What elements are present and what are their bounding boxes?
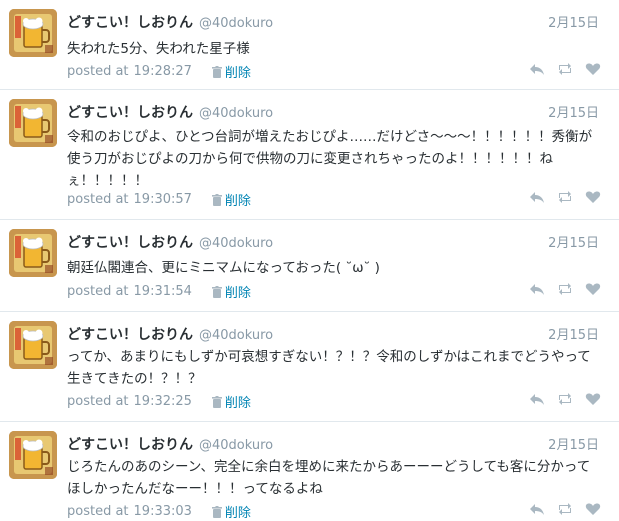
handle[interactable]: @40dokuro (199, 106, 273, 121)
handle[interactable]: @40dokuro (199, 438, 273, 453)
posted-at-label: posted at (67, 394, 129, 409)
reply-icon[interactable] (529, 502, 545, 516)
tweet-text: 令和のおじぴよ、ひとつ台詞が増えたおじぴよ……だけどさ〜〜〜！！！！！！秀衡が使… (67, 129, 593, 189)
tweet-text: じろたんのあのシーン、完全に余白を埋めに来たからあーーーどうしても客に分かってほ… (67, 459, 591, 497)
posted-time[interactable]: 19:32:25 (134, 394, 192, 409)
handle[interactable]: @40dokuro (199, 328, 273, 343)
delete-link[interactable]: 削除 (225, 190, 251, 209)
reply-icon[interactable] (529, 62, 545, 76)
beer-mug-avatar-icon (9, 321, 57, 369)
trash-icon (211, 193, 222, 206)
display-name[interactable]: どすこい！しおりん @40dokuro (67, 12, 273, 32)
posted-time[interactable]: 19:33:03 (134, 504, 192, 519)
display-name-text: どすこい！しおりん (67, 235, 193, 251)
posted-time[interactable]: 19:31:54 (134, 284, 192, 299)
tweet-date[interactable]: 2月15日 (548, 102, 599, 121)
handle[interactable]: @40dokuro (199, 16, 273, 31)
avatar[interactable] (9, 321, 57, 369)
retweet-icon[interactable] (557, 282, 573, 296)
beer-mug-avatar-icon (9, 229, 57, 277)
avatar[interactable] (9, 99, 57, 147)
tweet-text: 失われた5分、失われた星子様 (67, 41, 250, 57)
tweet-date[interactable]: 2月15日 (548, 12, 599, 31)
tweet-meta: posted at 19:31:54 削除 (67, 282, 251, 301)
tweet-actions (529, 282, 601, 296)
handle[interactable]: @40dokuro (199, 236, 273, 251)
retweet-icon[interactable] (557, 392, 573, 406)
trash-icon (211, 285, 222, 298)
beer-mug-avatar-icon (9, 9, 57, 57)
heart-icon[interactable] (585, 502, 601, 516)
delete-link[interactable]: 削除 (225, 502, 251, 521)
tweet-actions (529, 62, 601, 76)
display-name[interactable]: どすこい！しおりん @40dokuro (67, 324, 273, 344)
beer-mug-avatar-icon (9, 431, 57, 479)
display-name[interactable]: どすこい！しおりん @40dokuro (67, 434, 273, 454)
tweet-date[interactable]: 2月15日 (548, 232, 599, 251)
tweet-meta: posted at 19:33:03 削除 (67, 502, 251, 521)
avatar[interactable] (9, 9, 57, 57)
tweet: どすこい！しおりん @40dokuro 2月15日 失われた5分、失われた星子様 … (0, 0, 619, 90)
heart-icon[interactable] (585, 282, 601, 296)
tweet: どすこい！しおりん @40dokuro 2月15日 じろたんのあのシーン、完全に余… (0, 422, 619, 521)
reply-icon[interactable] (529, 190, 545, 204)
delete-link[interactable]: 削除 (225, 282, 251, 301)
heart-icon[interactable] (585, 392, 601, 406)
trash-icon (211, 65, 222, 78)
heart-icon[interactable] (585, 190, 601, 204)
tweet-actions (529, 190, 601, 204)
tweet-meta: posted at 19:28:27 削除 (67, 62, 251, 81)
display-name-text: どすこい！しおりん (67, 437, 193, 453)
avatar[interactable] (9, 229, 57, 277)
beer-mug-avatar-icon (9, 99, 57, 147)
tweet: どすこい！しおりん @40dokuro 2月15日 令和のおじぴよ、ひとつ台詞が増… (0, 90, 619, 219)
delete-link[interactable]: 削除 (225, 62, 251, 81)
retweet-icon[interactable] (557, 190, 573, 204)
posted-at-label: posted at (67, 504, 129, 519)
posted-time[interactable]: 19:28:27 (134, 64, 192, 79)
tweet-text: ってか、あまりにもしずか可哀想すぎない！？！？令和のしずかはこれまでどうやって生… (67, 349, 591, 387)
trash-icon (211, 395, 222, 408)
posted-at-label: posted at (67, 64, 129, 79)
tweet-meta: posted at 19:32:25 削除 (67, 392, 251, 411)
posted-at-label: posted at (67, 192, 129, 207)
display-name-text: どすこい！しおりん (67, 15, 193, 31)
display-name-text: どすこい！しおりん (67, 327, 193, 343)
display-name[interactable]: どすこい！しおりん @40dokuro (67, 102, 273, 122)
display-name[interactable]: どすこい！しおりん @40dokuro (67, 232, 273, 252)
reply-icon[interactable] (529, 392, 545, 406)
retweet-icon[interactable] (557, 502, 573, 516)
heart-icon[interactable] (585, 62, 601, 76)
posted-at-label: posted at (67, 284, 129, 299)
retweet-icon[interactable] (557, 62, 573, 76)
tweet: どすこい！しおりん @40dokuro 2月15日 ってか、あまりにもしずか可哀想… (0, 312, 619, 422)
tweet-meta: posted at 19:30:57 削除 (67, 190, 251, 209)
tweet-text: 朝廷仏閣連合、更にミニマムになっておった( ˘ω˘ ) (67, 260, 380, 276)
display-name-text: どすこい！しおりん (67, 105, 193, 121)
tweet-actions (529, 502, 601, 516)
trash-icon (211, 505, 222, 518)
avatar[interactable] (9, 431, 57, 479)
delete-link[interactable]: 削除 (225, 392, 251, 411)
tweet: どすこい！しおりん @40dokuro 2月15日 朝廷仏閣連合、更にミニマムにな… (0, 220, 619, 311)
tweet-actions (529, 392, 601, 406)
tweet-date[interactable]: 2月15日 (548, 324, 599, 343)
tweet-date[interactable]: 2月15日 (548, 434, 599, 453)
reply-icon[interactable] (529, 282, 545, 296)
posted-time[interactable]: 19:30:57 (134, 192, 192, 207)
